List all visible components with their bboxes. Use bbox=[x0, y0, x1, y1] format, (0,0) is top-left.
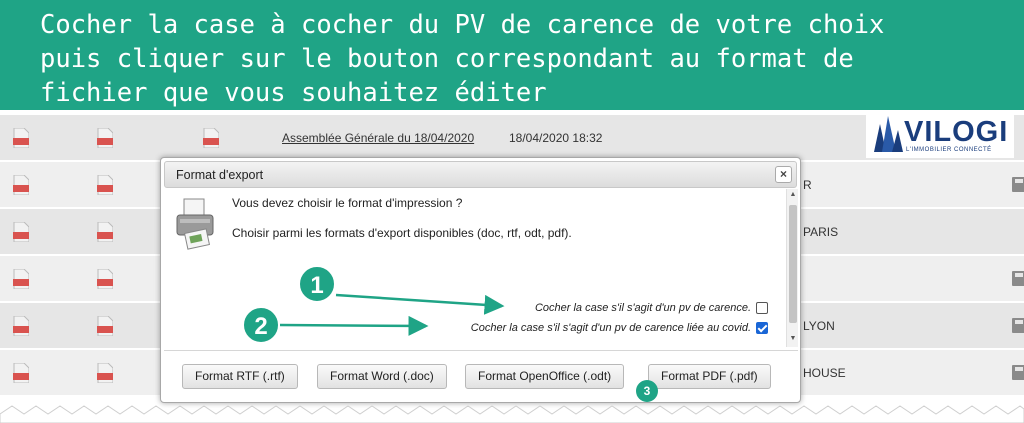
save-icon[interactable] bbox=[1012, 318, 1024, 333]
step-badge-2: 2 bbox=[242, 306, 280, 344]
pdf-icon[interactable] bbox=[97, 175, 113, 195]
carence-checkbox-label: Cocher la case s'il s'agit d'un pv de ca… bbox=[534, 302, 751, 314]
pdf-icon[interactable] bbox=[97, 222, 113, 242]
torn-edge-decoration bbox=[0, 405, 1024, 423]
scroll-up-icon[interactable]: ▲ bbox=[789, 191, 797, 201]
close-button[interactable]: × bbox=[775, 166, 792, 183]
instruction-text: Cocher la case à cocher du PV de carence… bbox=[40, 8, 1010, 110]
pdf-icon[interactable] bbox=[13, 128, 29, 148]
meeting-link[interactable]: Assemblée Générale du 18/04/2020 bbox=[282, 131, 474, 145]
carence-checkbox[interactable] bbox=[756, 302, 768, 314]
building-icon bbox=[874, 116, 903, 152]
instruction-line-3: fichier que vous souhaitez éditer bbox=[40, 78, 547, 108]
instruction-line-2: puis cliquer sur le bouton correspondant… bbox=[40, 44, 854, 74]
format-rtf-button[interactable]: Format RTF (.rtf) bbox=[182, 364, 298, 389]
pdf-icon[interactable] bbox=[13, 316, 29, 336]
carence-checkbox-row[interactable]: Cocher la case s'il s'agit d'un pv de ca… bbox=[535, 302, 768, 314]
scrollbar-thumb[interactable] bbox=[789, 205, 797, 323]
pdf-icon[interactable] bbox=[203, 128, 219, 148]
meeting-date: 18/04/2020 18:32 bbox=[509, 131, 603, 145]
covid-carence-checkbox-label: Cocher la case s'il s'agit d'un pv de ca… bbox=[470, 322, 751, 334]
logo-tagline: L'IMMOBILIER CONNECTÉ bbox=[906, 147, 992, 153]
save-icon[interactable] bbox=[1012, 271, 1024, 286]
step-badge-3: 3 bbox=[636, 380, 658, 402]
pdf-icon[interactable] bbox=[13, 222, 29, 242]
pdf-icon[interactable] bbox=[13, 363, 29, 383]
pdf-icon[interactable] bbox=[97, 363, 113, 383]
instruction-banner: Cocher la case à cocher du PV de carence… bbox=[0, 0, 1024, 110]
export-format-dialog: Format d'export × Vous devez choisir le … bbox=[160, 157, 801, 403]
row-text-fragment: LYON bbox=[803, 319, 835, 333]
vilogi-logo: VILOGI L'IMMOBILIER CONNECTÉ bbox=[866, 110, 1014, 158]
row-text-fragment: R bbox=[803, 178, 812, 192]
pdf-icon[interactable] bbox=[13, 175, 29, 195]
pdf-icon[interactable] bbox=[13, 269, 29, 289]
pdf-icon[interactable] bbox=[97, 316, 113, 336]
save-icon[interactable] bbox=[1012, 365, 1024, 380]
dialog-titlebar[interactable]: Format d'export × bbox=[164, 161, 797, 188]
format-odt-button[interactable]: Format OpenOffice (.odt) bbox=[465, 364, 625, 389]
dialog-title: Format d'export bbox=[176, 168, 264, 182]
dialog-scrollbar[interactable]: ▲ ▼ bbox=[786, 189, 798, 347]
choose-text: Choisir parmi les formats d'export dispo… bbox=[232, 226, 572, 240]
format-pdf-button[interactable]: Format PDF (.pdf) bbox=[648, 364, 771, 389]
logo-name: VILOGI bbox=[904, 116, 1009, 148]
save-icon[interactable] bbox=[1012, 177, 1024, 192]
format-word-button[interactable]: Format Word (.doc) bbox=[317, 364, 447, 389]
printer-icon bbox=[176, 198, 214, 250]
row-text-fragment: HOUSE bbox=[803, 366, 846, 380]
covid-carence-checkbox-row[interactable]: Cocher la case s'il s'agit d'un pv de ca… bbox=[471, 322, 768, 334]
pdf-icon[interactable] bbox=[97, 269, 113, 289]
pdf-icon[interactable] bbox=[97, 128, 113, 148]
question-text: Vous devez choisir le format d'impressio… bbox=[232, 196, 463, 210]
covid-carence-checkbox[interactable] bbox=[756, 322, 768, 334]
scroll-down-icon[interactable]: ▼ bbox=[789, 335, 797, 345]
step-badge-1: 1 bbox=[298, 265, 336, 303]
row-text-fragment: PARIS bbox=[803, 225, 839, 239]
instruction-line-1: Cocher la case à cocher du PV de carence… bbox=[40, 10, 885, 40]
dialog-footer: Format RTF (.rtf) Format Word (.doc) For… bbox=[164, 350, 798, 400]
